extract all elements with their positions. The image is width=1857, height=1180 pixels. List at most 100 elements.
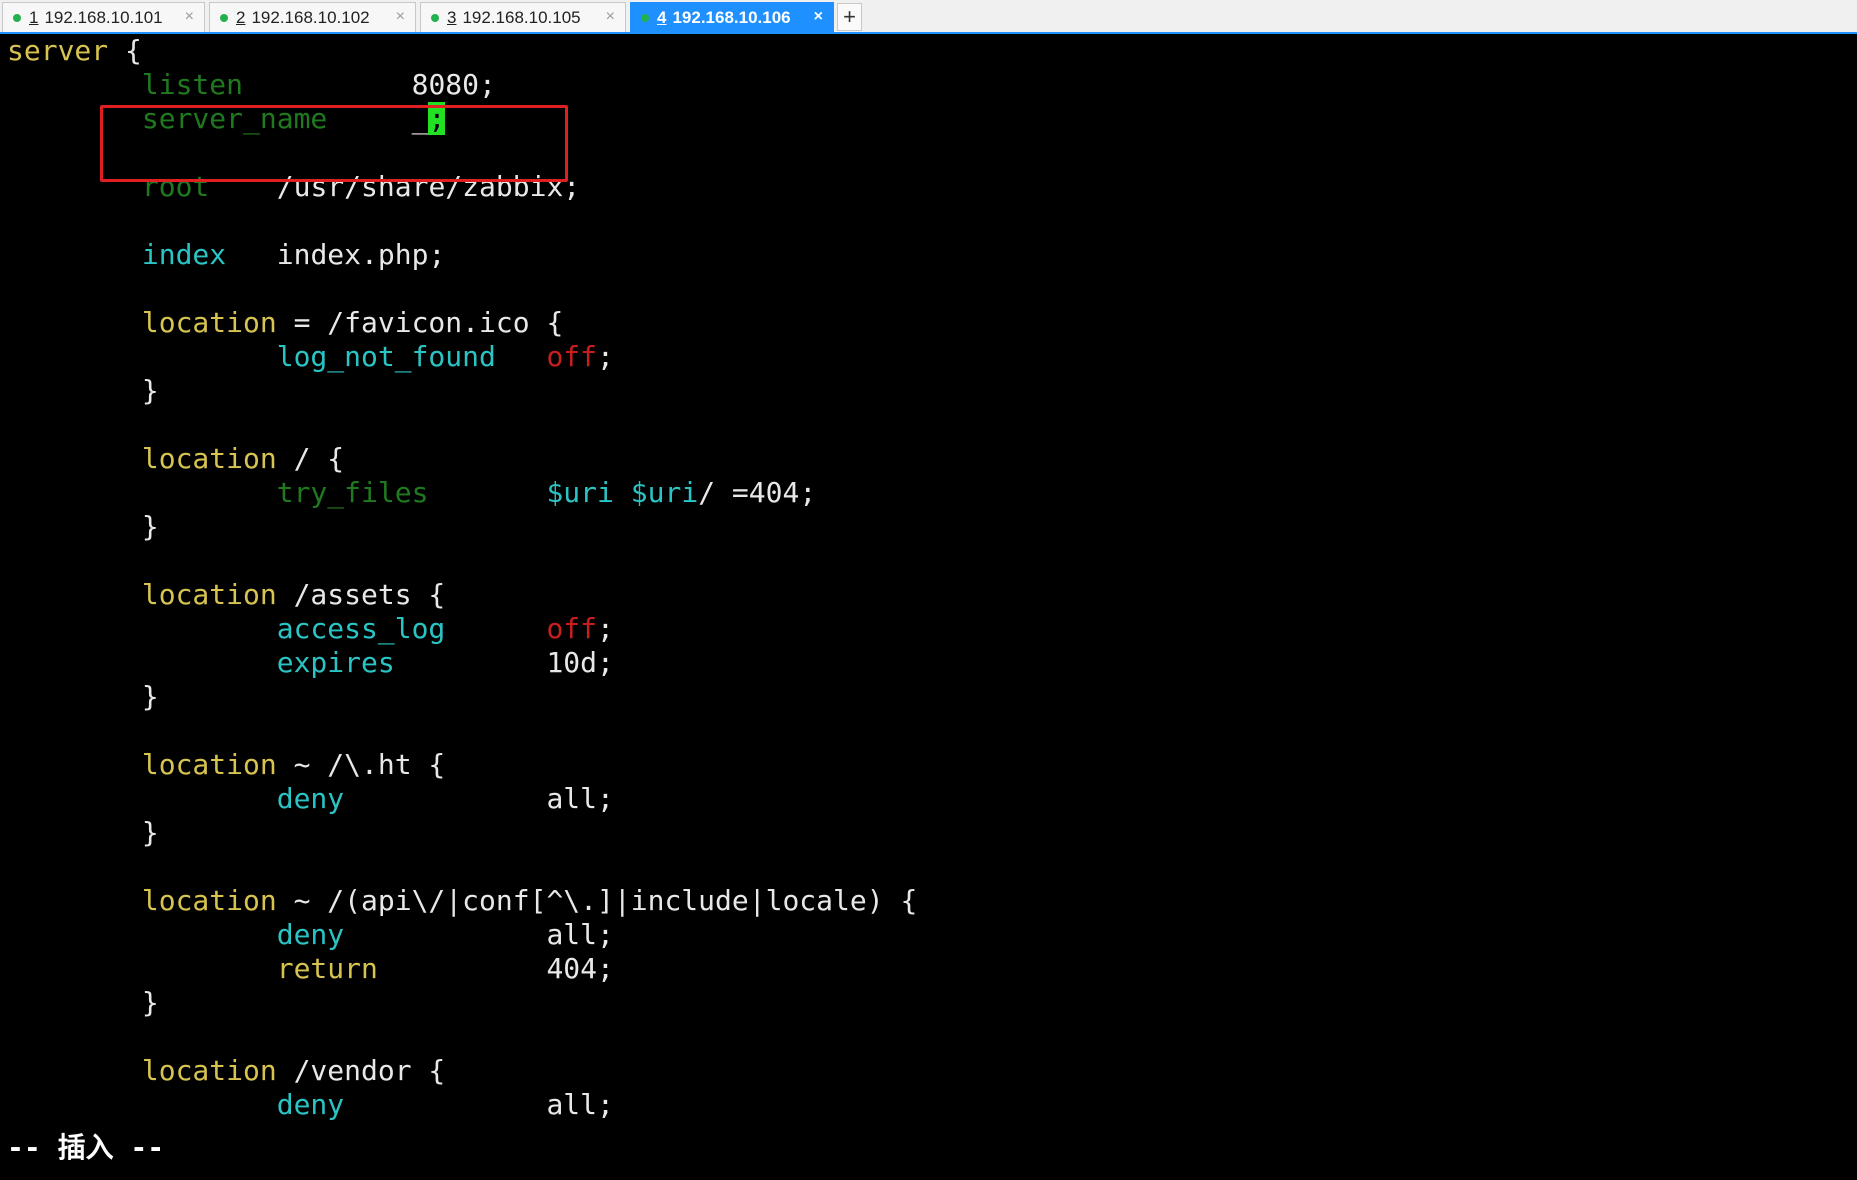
code-keyword: expires [276, 646, 395, 679]
code-line: location / { [7, 442, 344, 476]
code-text: / =404; [698, 476, 817, 509]
code-keyword: listen [141, 68, 244, 101]
code-text: ~ /(api\/|conf[^\.]|include|locale) { [276, 884, 918, 917]
code-padding [226, 238, 277, 271]
tab-session-3[interactable]: 3 192.168.10.105 × [420, 2, 626, 32]
code-keyword: server [7, 34, 109, 67]
code-line: } [7, 374, 159, 408]
code-keyword: deny [276, 1088, 345, 1121]
code-padding [344, 782, 546, 815]
code-text: = /favicon.ico { [276, 306, 564, 339]
code-keyword: location [141, 306, 277, 339]
code-text: ~ /\.ht { [276, 748, 446, 781]
close-tab-icon[interactable]: × [606, 8, 615, 26]
code-value: 404; [546, 952, 614, 985]
code-variable: $uri [546, 476, 614, 509]
code-keyword: location [141, 748, 277, 781]
code-keyword: return [276, 952, 378, 985]
code-line: deny all; [7, 1088, 614, 1122]
code-padding [395, 646, 547, 679]
code-line: location ~ /(api\/|conf[^\.]|include|loc… [7, 884, 917, 918]
code-variable: $uri [630, 476, 699, 509]
code-line: location /vendor { [7, 1054, 445, 1088]
code-padding [243, 68, 412, 101]
code-text: { [108, 34, 142, 67]
code-line-listen: listen 8080; [7, 68, 496, 102]
code-value: index.php; [276, 238, 446, 271]
code-line: } [7, 510, 159, 544]
code-text: / { [276, 442, 345, 475]
tab-host-label: 192.168.10.106 [672, 7, 791, 27]
code-text: } [141, 816, 159, 849]
code-text: /assets { [276, 578, 446, 611]
code-keyword: deny [276, 918, 345, 951]
code-line: } [7, 816, 159, 850]
code-line: server { [7, 34, 142, 68]
code-keyword: location [141, 442, 277, 475]
red-highlight-annotation [100, 105, 568, 182]
code-padding [496, 340, 547, 373]
code-keyword: deny [276, 782, 345, 815]
code-value: all; [546, 918, 614, 951]
tab-host-label: 192.168.10.102 [251, 7, 370, 27]
code-text: } [141, 986, 159, 1019]
code-keyword: access_log [276, 612, 446, 645]
tab-session-4[interactable]: 4 192.168.10.106 × [630, 2, 834, 32]
code-text: } [141, 510, 159, 543]
code-line: return 404; [7, 952, 614, 986]
tab-number: 3 [447, 7, 457, 27]
tab-session-2[interactable]: 2 192.168.10.102 × [209, 2, 416, 32]
code-padding [378, 952, 547, 985]
code-value: all; [546, 782, 614, 815]
code-text: ; [597, 340, 614, 373]
code-value: all; [546, 1088, 614, 1121]
tab-number: 1 [29, 7, 39, 27]
terminal-editor[interactable]: server { listen 8080; server_name _; roo… [0, 34, 1857, 1180]
vim-mode-status: -- 插入 -- [7, 1131, 165, 1164]
code-line: location = /favicon.ico { [7, 306, 563, 340]
code-line: location ~ /\.ht { [7, 748, 445, 782]
code-padding [428, 476, 546, 509]
code-padding [445, 612, 546, 645]
code-text: ; [597, 612, 614, 645]
code-keyword: location [141, 578, 277, 611]
code-keyword: location [141, 1054, 277, 1087]
session-tab-bar: 1 192.168.10.101 × 2 192.168.10.102 × 3 … [0, 0, 1857, 34]
code-padding [344, 1088, 546, 1121]
code-line: } [7, 986, 159, 1020]
code-line: try_files $uri $uri/ =404; [7, 476, 816, 510]
code-keyword: try_files [276, 476, 429, 509]
code-line: location /assets { [7, 578, 445, 612]
close-tab-icon[interactable]: × [396, 8, 405, 26]
code-text: } [141, 374, 159, 407]
connected-status-icon [220, 13, 228, 22]
connected-status-icon [641, 13, 649, 22]
code-keyword: location [141, 884, 277, 917]
tab-number: 2 [236, 7, 246, 27]
code-line: expires 10d; [7, 646, 614, 680]
connected-status-icon [431, 13, 439, 22]
new-tab-button[interactable]: + [837, 3, 862, 31]
code-padding [614, 476, 631, 509]
tab-host-label: 192.168.10.105 [462, 7, 581, 27]
code-line: deny all; [7, 918, 614, 952]
code-text: } [141, 680, 159, 713]
close-tab-icon[interactable]: × [814, 8, 823, 26]
connected-status-icon [13, 13, 21, 22]
code-line: } [7, 680, 159, 714]
close-tab-icon[interactable]: × [185, 8, 194, 26]
tab-number: 4 [657, 7, 667, 27]
code-padding [344, 918, 546, 951]
code-keyword: log_not_found [276, 340, 496, 373]
code-keyword: index [141, 238, 227, 271]
code-line: deny all; [7, 782, 614, 816]
code-value: 8080; [411, 68, 496, 101]
tab-host-label: 192.168.10.101 [44, 7, 163, 27]
tab-session-1[interactable]: 1 192.168.10.101 × [2, 2, 205, 32]
code-line: log_not_found off; [7, 340, 614, 374]
code-text: /vendor { [276, 1054, 446, 1087]
code-value: 10d; [546, 646, 614, 679]
code-value: off [546, 612, 598, 645]
code-value: off [546, 340, 598, 373]
code-line: index index.php; [7, 238, 445, 272]
